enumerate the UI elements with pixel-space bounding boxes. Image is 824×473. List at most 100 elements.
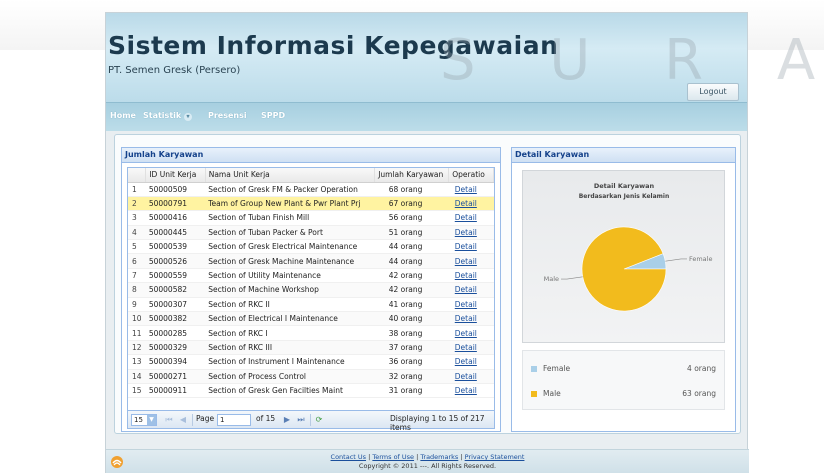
table-row[interactable]: 12 50000329 Section of RKC III 37 orang Deta… — [128, 340, 494, 356]
detail-link[interactable]: Detail — [448, 210, 494, 226]
toolbar-separator — [192, 414, 193, 426]
unit-id: 50000526 — [145, 253, 206, 269]
column-header[interactable]: Nama Unit Kerja — [205, 168, 376, 183]
detail-link[interactable]: Detail — [448, 196, 494, 212]
female-swatch — [531, 366, 537, 372]
employee-count: 67 orang — [374, 196, 449, 212]
unit-name: Team of Group New Plant & Pwr Plant Prj — [205, 196, 375, 212]
unit-id: 50000445 — [145, 225, 206, 241]
unit-id: 50000559 — [145, 268, 206, 284]
legend-item-male: Male 63 orang — [531, 388, 716, 400]
unit-name: Section of Electrical I Maintenance — [205, 311, 375, 327]
footer: Contact Us | Terms of Use | Trademarks |… — [106, 449, 749, 473]
employee-count: 44 orang — [374, 253, 449, 269]
app-subtitle: PT. Semen Gresk (Persero) — [108, 65, 241, 76]
column-header[interactable] — [128, 168, 147, 183]
detail-link[interactable]: Detail — [448, 311, 494, 327]
menu-sppd[interactable]: SPPD — [261, 111, 285, 120]
detail-link[interactable]: Detail — [448, 182, 494, 197]
column-header[interactable]: ID Unit Kerja — [145, 168, 206, 183]
unit-name: Section of Process Control — [205, 369, 375, 384]
panel-title: Jumlah Karyawan — [122, 148, 500, 163]
employee-count: 36 orang — [374, 354, 449, 370]
table-row[interactable]: 10 50000382 Section of Electrical I Mainte… — [128, 311, 494, 327]
table-row[interactable]: 14 50000271 Section of Process Control 32 o… — [128, 369, 494, 384]
unit-name: Section of Gresk Electrical Maintenance — [205, 239, 375, 255]
legend-label: Male — [543, 389, 561, 398]
chevron-down-icon: ▾ — [184, 113, 192, 121]
first-page-icon[interactable]: ⏮ — [164, 414, 174, 426]
table-header-row: ID Unit Kerja Nama Unit Kerja Jumlah Karya… — [128, 168, 494, 183]
table-row[interactable]: 11 50000285 Section of RKC I 38 orang Detail — [128, 325, 494, 341]
row-number: 10 — [128, 311, 146, 327]
detail-link[interactable]: Detail — [448, 383, 494, 399]
detail-link[interactable]: Detail — [448, 282, 494, 298]
table-row[interactable]: 1 50000509 Section of Gresk FM & Packer Op… — [128, 182, 494, 197]
employee-table: ID Unit Kerja Nama Unit Kerja Jumlah Karya… — [128, 168, 494, 399]
unit-id: 50000791 — [145, 196, 206, 212]
employee-count: 56 orang — [374, 210, 449, 226]
next-page-icon[interactable]: ▶ — [282, 414, 292, 426]
table-row[interactable]: 15 50000911 Section of Gresk Gen Facilties… — [128, 383, 494, 399]
page-number-input[interactable]: 1 — [217, 414, 251, 426]
menu-statistik[interactable]: Statistik ▾ — [143, 111, 192, 121]
column-header[interactable]: Operatio — [448, 168, 494, 183]
detail-link[interactable]: Detail — [448, 340, 494, 356]
column-header[interactable]: Jumlah Karyawan — [374, 168, 450, 183]
employee-count: 32 orang — [374, 369, 449, 384]
employee-count: 31 orang — [374, 383, 449, 399]
unit-name: Section of Gresk Gen Facilties Maint — [205, 383, 375, 399]
terms-link[interactable]: Terms of Use — [372, 453, 414, 461]
detail-link[interactable]: Detail — [448, 268, 494, 284]
detail-link[interactable]: Detail — [448, 297, 494, 313]
row-number: 4 — [128, 225, 146, 241]
legend-item-female: Female 4 orang — [531, 363, 716, 375]
footer-links: Contact Us | Terms of Use | Trademarks |… — [330, 453, 525, 461]
refresh-icon[interactable]: ⟳ — [314, 414, 324, 426]
table-row[interactable]: 9 50000307 Section of RKC II 41 orang Detail — [128, 297, 494, 313]
employee-count: 41 orang — [374, 297, 449, 313]
table-body: 1 50000509 Section of Gresk FM & Packer Op… — [128, 182, 494, 399]
unit-name: Section of RKC II — [205, 297, 375, 313]
privacy-link[interactable]: Privacy Statement — [465, 453, 525, 461]
detail-link[interactable]: Detail — [448, 325, 494, 341]
unit-id: 50000416 — [145, 210, 206, 226]
table-row[interactable]: 13 50000394 Section of Instrument I Mainte… — [128, 354, 494, 370]
trademarks-link[interactable]: Trademarks — [420, 453, 458, 461]
row-number: 14 — [128, 369, 146, 384]
detail-link[interactable]: Detail — [448, 354, 494, 370]
unit-name: Section of RKC I — [205, 325, 375, 341]
display-info: Displaying 1 to 15 of 217 items — [390, 414, 485, 432]
menu-home[interactable]: Home — [110, 111, 136, 120]
jumlah-karyawan-panel: Jumlah Karyawan ID Unit Kerja Nama Unit K… — [121, 147, 501, 432]
table-row[interactable]: 6 50000526 Section of Gresk Machine Mainte… — [128, 253, 494, 269]
male-swatch — [531, 391, 537, 397]
detail-link[interactable]: Detail — [448, 253, 494, 269]
pie-slice-male[interactable] — [581, 226, 667, 312]
table-row[interactable]: 8 50000582 Section of Machine Workshop 42 o… — [128, 282, 494, 298]
gender-pie-chart: Detail Karyawan Berdasarkan Jenis Kelami… — [522, 170, 725, 343]
surabaya-watermark: S U R A B A Y A — [440, 28, 824, 93]
detail-link[interactable]: Detail — [448, 225, 494, 241]
row-number: 8 — [128, 282, 146, 298]
detail-link[interactable]: Detail — [448, 369, 494, 384]
table-row[interactable]: 7 50000559 Section of Utility Maintenance 4… — [128, 268, 494, 284]
row-number: 13 — [128, 354, 146, 370]
unit-id: 50000509 — [145, 182, 206, 197]
contact-link[interactable]: Contact Us — [331, 453, 367, 461]
unit-name: Section of Tuban Packer & Port — [205, 225, 375, 241]
chevron-down-icon: ▼ — [147, 415, 156, 425]
table-row[interactable]: 4 50000445 Section of Tuban Packer & Port 5… — [128, 225, 494, 241]
table-row[interactable]: 5 50000539 Section of Gresk Electrical Mai… — [128, 239, 494, 255]
detail-link[interactable]: Detail — [448, 239, 494, 255]
legend-value: 63 orang — [682, 389, 716, 398]
employee-count: 40 orang — [374, 311, 449, 327]
last-page-icon[interactable]: ⏭ — [296, 414, 306, 426]
page-size-select[interactable]: 15 ▼ — [131, 414, 157, 426]
unit-name: Section of RKC III — [205, 340, 375, 356]
table-row[interactable]: 3 50000416 Section of Tuban Finish Mill 56 … — [128, 210, 494, 226]
row-number: 15 — [128, 383, 146, 399]
table-row[interactable]: 2 50000791 Team of Group New Plant & Pwr P… — [128, 196, 494, 212]
prev-page-icon[interactable]: ◀ — [178, 414, 188, 426]
menu-presensi[interactable]: Presensi — [208, 111, 247, 120]
